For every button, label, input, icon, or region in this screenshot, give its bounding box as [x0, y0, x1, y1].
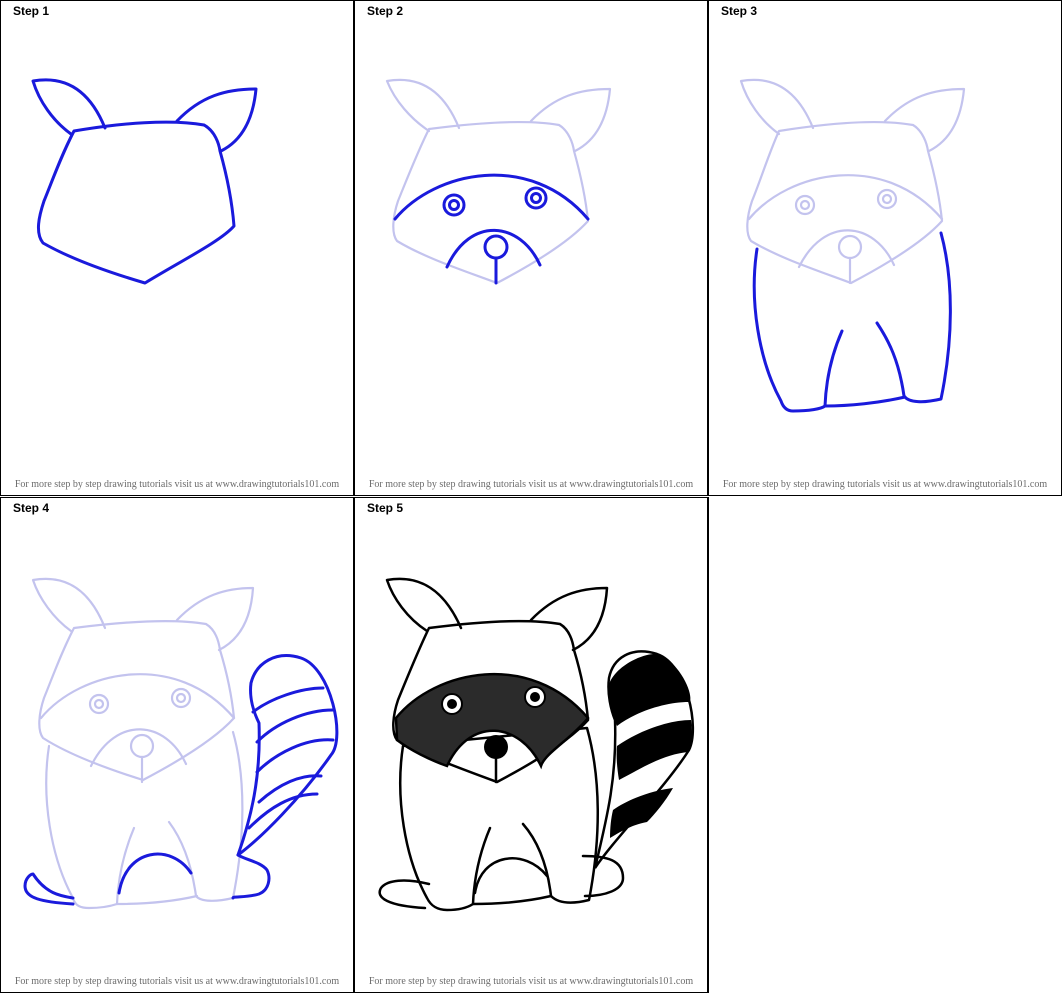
raccoon-step-2-illustration — [385, 78, 612, 285]
step-panel-2: Step 2 For more step by step drawing tut… — [354, 0, 708, 496]
raccoon-step-5-illustration — [378, 577, 695, 912]
step-panel-1: Step 1 For more step by step drawing tut… — [0, 0, 354, 496]
step-panel-3: Step 3 For more step by step drawing tut… — [708, 0, 1062, 496]
step-panel-5: Step 5 For more step by step drawing tut… — [354, 497, 708, 993]
footer-credit: For more step by step drawing tutorials … — [368, 479, 694, 490]
footer-credit: For more step by step drawing tutorials … — [14, 479, 340, 490]
footer-credit: For more step by step drawing tutorials … — [14, 976, 340, 987]
raccoon-step-1-illustration — [31, 78, 258, 285]
footer-credit: For more step by step drawing tutorials … — [722, 479, 1048, 490]
footer-credit: For more step by step drawing tutorials … — [368, 976, 694, 987]
step-panel-4: Step 4 For more step by step drawing tut… — [0, 497, 354, 993]
raccoon-step-3-illustration — [739, 78, 966, 413]
raccoon-step-4-illustration — [23, 577, 339, 910]
empty-panel — [708, 497, 1062, 993]
